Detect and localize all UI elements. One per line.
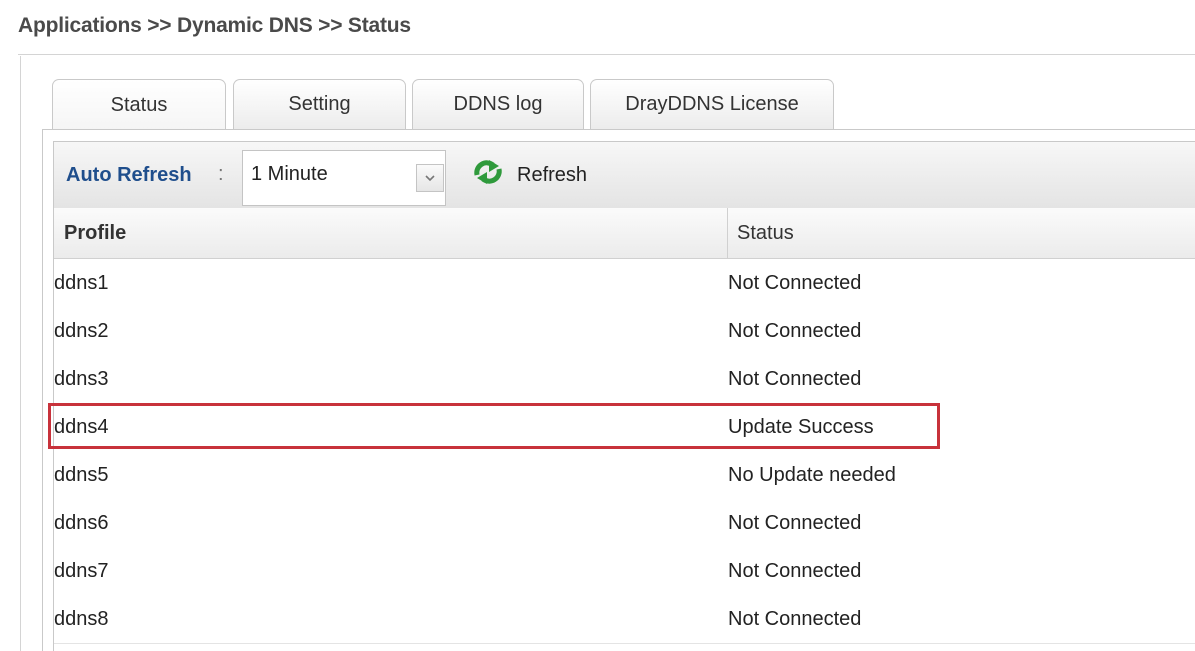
status-cell: Not Connected	[728, 608, 862, 630]
toolbar: Auto Refresh : 1 Minute Refresh	[54, 142, 1195, 209]
status-cell: Not Connected	[728, 512, 862, 534]
auto-refresh-value: 1 Minute	[251, 163, 328, 185]
auto-refresh-colon: :	[218, 163, 224, 185]
refresh-icon	[471, 159, 505, 191]
profile-cell: ddns1	[54, 272, 109, 294]
tab-drayddns-license[interactable]: DrayDDNS License	[590, 79, 834, 129]
status-cell: Update Success	[728, 416, 874, 438]
table-row[interactable]: ddns4 Update Success	[54, 403, 1195, 452]
table-row[interactable]: ddns2 Not Connected	[54, 307, 1195, 356]
tab-ddns-log[interactable]: DDNS log	[412, 79, 584, 129]
page-divider	[18, 54, 1195, 55]
column-divider	[727, 208, 728, 258]
refresh-button[interactable]: Refresh	[471, 158, 587, 192]
auto-refresh-label: Auto Refresh	[66, 164, 192, 186]
chevron-down-icon[interactable]	[416, 164, 444, 192]
profile-cell: ddns3	[54, 368, 109, 390]
table-row[interactable]: ddns3 Not Connected	[54, 355, 1195, 404]
tab-status[interactable]: Status	[52, 79, 226, 130]
breadcrumb: Applications >> Dynamic DNS >> Status	[18, 14, 411, 37]
refresh-label: Refresh	[517, 163, 588, 186]
status-cell: Not Connected	[728, 320, 862, 342]
table-row[interactable]: ddns7 Not Connected	[54, 547, 1195, 596]
profile-cell: ddns7	[54, 560, 109, 582]
header-profile[interactable]: Profile	[64, 222, 126, 245]
table-row[interactable]: ddns6 Not Connected	[54, 499, 1195, 548]
header-status[interactable]: Status	[737, 222, 794, 245]
status-cell: Not Connected	[728, 272, 862, 294]
tab-setting[interactable]: Setting	[233, 79, 406, 129]
table-row[interactable]: ddns5 No Update needed	[54, 451, 1195, 500]
profile-cell: ddns5	[54, 464, 109, 486]
status-cell: No Update needed	[728, 464, 896, 486]
status-cell: Not Connected	[728, 368, 862, 390]
status-cell: Not Connected	[728, 560, 862, 582]
profile-cell: ddns2	[54, 320, 109, 342]
profile-cell: ddns6	[54, 512, 109, 534]
table-header: Profile Status	[54, 208, 1195, 259]
table-row[interactable]: ddns8 Not Connected	[54, 595, 1195, 644]
profile-cell: ddns4	[54, 416, 109, 438]
table-row[interactable]: ddns1 Not Connected	[54, 259, 1195, 308]
profile-cell: ddns8	[54, 608, 109, 630]
